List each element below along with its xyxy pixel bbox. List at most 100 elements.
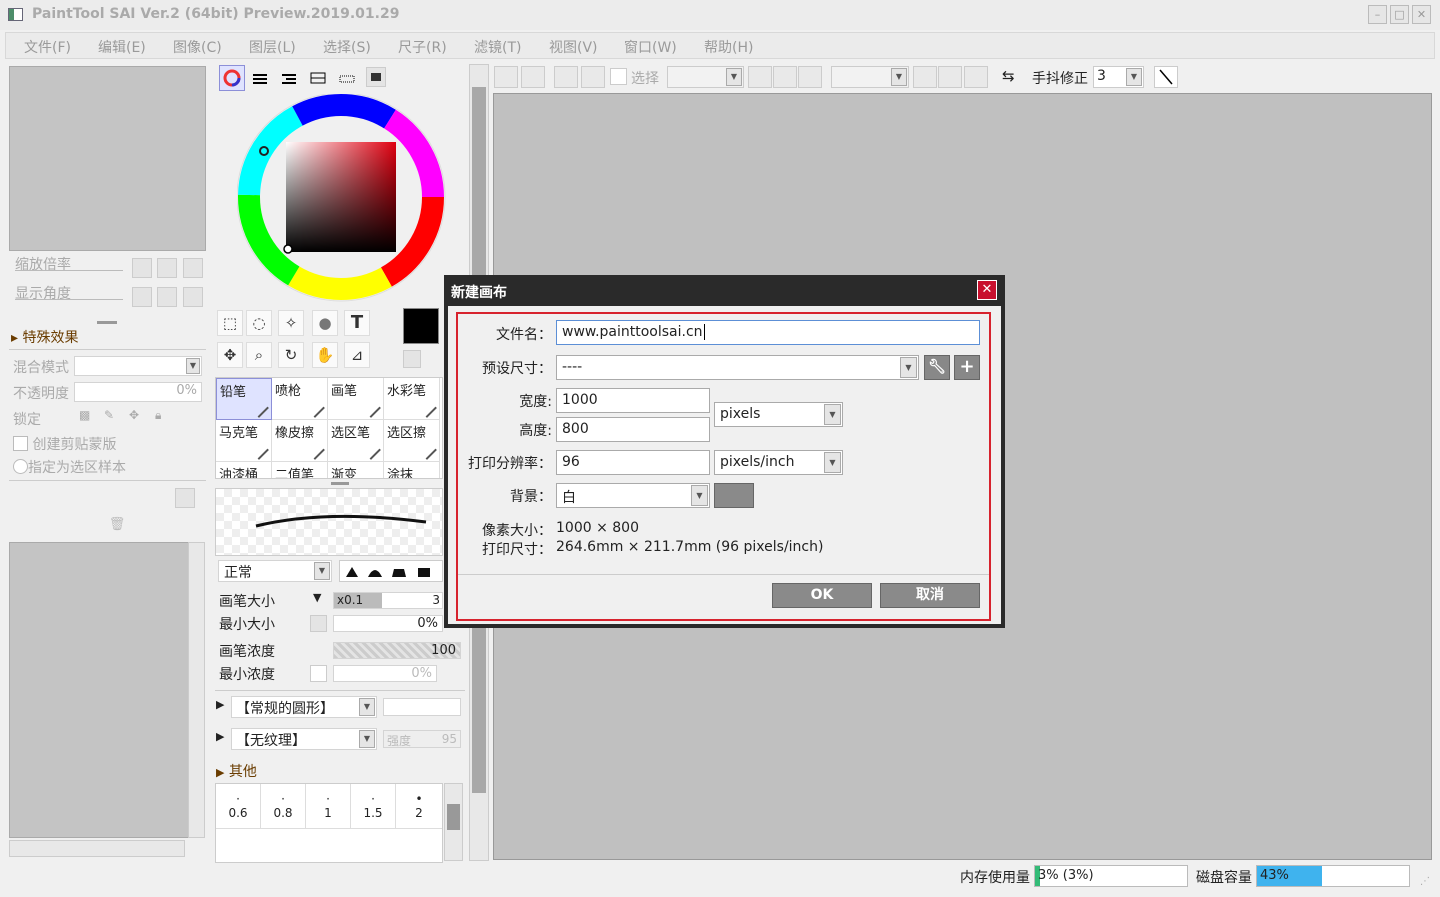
- menu-file[interactable]: 文件(F): [24, 37, 71, 57]
- zoom-in-button[interactable]: [157, 258, 177, 278]
- panel-splitter[interactable]: [97, 321, 117, 324]
- size-unit-select[interactable]: pixels ▼: [714, 402, 843, 427]
- layer-list[interactable]: [9, 542, 189, 838]
- undo-button[interactable]: [494, 66, 518, 88]
- color-history-tab-icon[interactable]: [366, 67, 386, 87]
- zoom-slider[interactable]: [15, 270, 123, 271]
- texture-strength-field[interactable]: 强度 95: [383, 730, 461, 748]
- brush-tip-shapes[interactable]: [339, 560, 443, 582]
- transparent-color-icon[interactable]: [403, 350, 421, 368]
- zoom-level-select[interactable]: ▼: [667, 66, 744, 88]
- flip-icon[interactable]: ⇆: [1002, 67, 1015, 85]
- rect-select-tool[interactable]: ⬚: [217, 310, 243, 336]
- zoom-reset-button[interactable]: [183, 258, 203, 278]
- new-layer-icon[interactable]: [17, 488, 37, 508]
- rotate-left-button[interactable]: [132, 287, 152, 307]
- other-toggle[interactable]: ▶ 其他: [216, 761, 257, 781]
- size-preset[interactable]: · 0.6: [216, 784, 261, 829]
- invert-selection-button[interactable]: [581, 66, 605, 88]
- size-preset[interactable]: · 1.5: [351, 784, 396, 829]
- brush-binary[interactable]: 二值笔: [272, 462, 328, 478]
- rotate-tool[interactable]: ↻: [278, 342, 304, 368]
- eyedropper-tool[interactable]: ⊿: [344, 342, 370, 368]
- preset-select[interactable]: ---- ▼: [556, 355, 919, 380]
- shape-strength-field[interactable]: [383, 698, 461, 716]
- brush-pencil[interactable]: 铅笔: [216, 378, 272, 420]
- ok-button[interactable]: OK: [772, 583, 872, 608]
- duplicate-layer-icon[interactable]: [77, 515, 97, 535]
- brush-splitter[interactable]: [331, 482, 349, 485]
- menu-view[interactable]: 视图(V): [549, 37, 598, 57]
- background-select[interactable]: 白 ▼: [556, 483, 710, 508]
- rotate-reset-button[interactable]: [183, 287, 203, 307]
- merge-down-icon[interactable]: [17, 515, 37, 535]
- rotate-reset-button-canvas[interactable]: [964, 66, 988, 88]
- brush-gradient[interactable]: 渐变: [328, 462, 384, 478]
- sv-marker[interactable]: [283, 244, 293, 254]
- delete-layer-icon[interactable]: 🗑︎: [107, 515, 127, 535]
- dialog-close-button[interactable]: ✕: [977, 280, 997, 300]
- pressure-size-icon[interactable]: [310, 615, 327, 632]
- opacity-field[interactable]: 0%: [74, 382, 202, 402]
- cancel-button[interactable]: 取消: [880, 583, 980, 608]
- menu-help[interactable]: 帮助(H): [704, 37, 753, 57]
- menu-filter[interactable]: 滤镜(T): [474, 37, 521, 57]
- zoom-out-button[interactable]: [132, 258, 152, 278]
- add-preset-icon[interactable]: +: [954, 355, 980, 380]
- density-slider[interactable]: 100: [333, 642, 461, 659]
- new-folder-icon[interactable]: [77, 488, 97, 508]
- menu-layer[interactable]: 图层(L): [249, 37, 296, 57]
- menu-image[interactable]: 图像(C): [173, 37, 222, 57]
- lock-all-icon[interactable]: 🔒︎: [155, 408, 161, 423]
- size-preset[interactable]: · 0.8: [261, 784, 306, 829]
- rotate-cw-button[interactable]: [938, 66, 962, 88]
- zoom-reset-canvas-button[interactable]: [798, 66, 822, 88]
- deselect-button[interactable]: [554, 66, 578, 88]
- clip-mask-checkbox[interactable]: 创建剪贴蒙版: [13, 434, 116, 454]
- minimize-button[interactable]: –: [1368, 5, 1387, 24]
- brush-airbrush[interactable]: 喷枪: [272, 378, 328, 420]
- brush-select-pen[interactable]: 选区笔: [328, 420, 384, 462]
- rgb-sliders-tab-icon[interactable]: [249, 67, 269, 87]
- new-pen-layer-icon[interactable]: [47, 488, 67, 508]
- selection-checkbox[interactable]: [610, 68, 627, 85]
- effects-toggle[interactable]: ▸ 特殊效果: [11, 327, 78, 347]
- stabilizer-select[interactable]: 3 ▼: [1093, 66, 1144, 88]
- layer-settings-icon[interactable]: [175, 515, 195, 535]
- brush-eraser[interactable]: 橡皮擦: [272, 420, 328, 462]
- brush-bucket[interactable]: 油漆桶: [216, 462, 272, 478]
- hand-tool[interactable]: ✋: [312, 342, 338, 368]
- menu-window[interactable]: 窗口(W): [624, 37, 677, 57]
- rotate-slider[interactable]: [15, 299, 123, 300]
- dpi-unit-select[interactable]: pixels/inch ▼: [714, 450, 843, 475]
- height-input[interactable]: 800: [556, 417, 710, 442]
- layer-fx-icon[interactable]: [139, 488, 159, 508]
- pressure-density-checkbox[interactable]: [310, 665, 327, 682]
- maximize-button[interactable]: □: [1390, 5, 1409, 24]
- resize-grip-icon[interactable]: ⋰: [1420, 876, 1430, 887]
- width-input[interactable]: 1000: [556, 388, 710, 413]
- blend-mode-select[interactable]: ▼: [74, 356, 202, 376]
- zoom-out-canvas-button[interactable]: [748, 66, 772, 88]
- brush-watercolor[interactable]: 水彩笔: [384, 378, 440, 420]
- dpi-input[interactable]: 96: [556, 450, 710, 475]
- color-wheel[interactable]: [237, 94, 447, 304]
- menu-ruler[interactable]: 尺子(R): [398, 37, 447, 57]
- rotation-select[interactable]: ▼: [831, 66, 909, 88]
- menu-edit[interactable]: 编辑(E): [98, 37, 146, 57]
- swatches-tab-icon[interactable]: [307, 67, 327, 87]
- layer-list-scrollbar[interactable]: [188, 542, 205, 838]
- size-preset[interactable]: · 1: [306, 784, 351, 829]
- min-size-field[interactable]: 0%: [333, 615, 443, 632]
- color-wheel-tab-icon[interactable]: [219, 65, 245, 91]
- brush-shape-select[interactable]: 【常规的圆形】 ▼: [231, 696, 377, 718]
- rotate-right-button[interactable]: [157, 287, 177, 307]
- text-tool[interactable]: T: [344, 310, 370, 336]
- brush-texture-select[interactable]: 【无纹理】 ▼: [231, 728, 377, 750]
- magic-wand-tool[interactable]: ✧: [278, 310, 304, 336]
- brush-marker[interactable]: 马克笔: [216, 420, 272, 462]
- brush-brush[interactable]: 画笔: [328, 378, 384, 420]
- layer-mask-icon[interactable]: [175, 488, 195, 508]
- hsv-sliders-tab-icon[interactable]: [278, 67, 298, 87]
- size-preset[interactable]: • 2: [396, 784, 442, 829]
